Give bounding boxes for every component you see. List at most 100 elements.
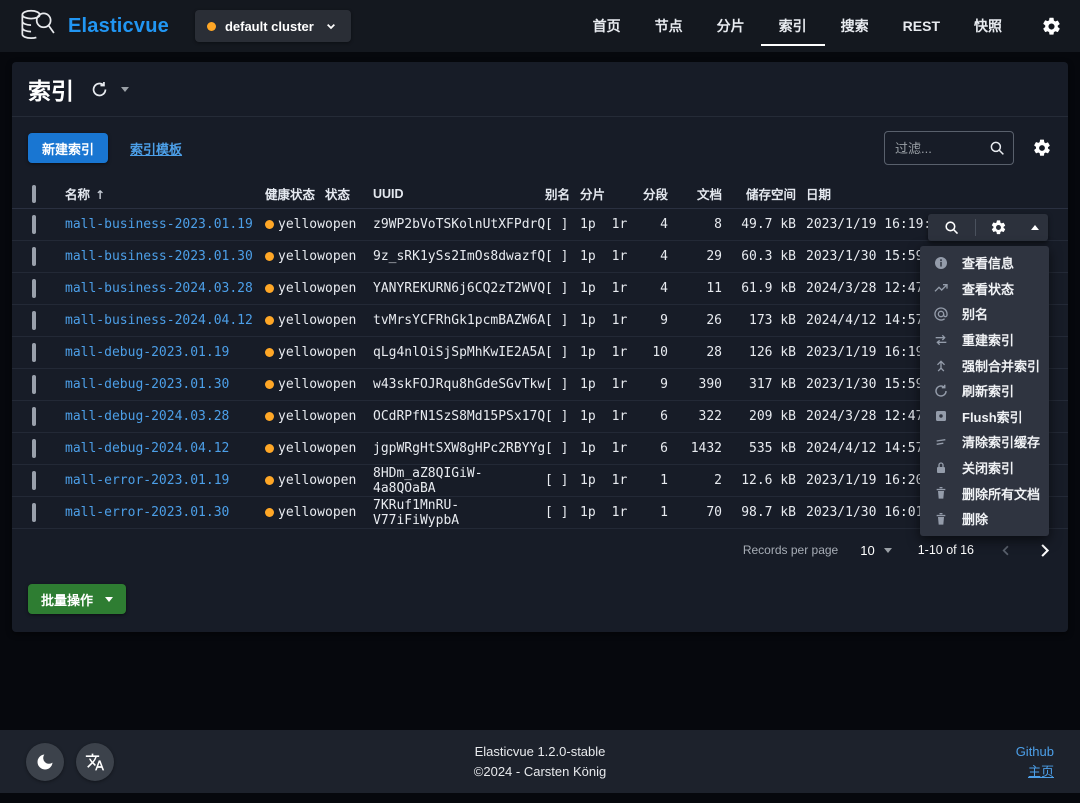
column-header[interactable]: 文档 <box>668 184 722 203</box>
health-cell: yellow <box>265 473 325 488</box>
status-cell: open <box>325 345 373 360</box>
menu-item-删除[interactable]: 删除 <box>920 506 1049 532</box>
row-checkbox-cell <box>32 281 65 296</box>
index-name-link[interactable]: mall-business-2023.01.30 <box>65 249 253 264</box>
column-header[interactable]: 别名 <box>545 184 580 203</box>
row-checkbox[interactable] <box>32 343 36 362</box>
menu-item-查看状态[interactable]: 查看状态 <box>920 276 1049 302</box>
health-label: yellow <box>278 409 325 424</box>
index-name-link[interactable]: mall-debug-2023.01.30 <box>65 377 229 392</box>
primary-shards: 1p <box>580 217 596 232</box>
index-name-link[interactable]: mall-business-2024.03.28 <box>65 281 253 296</box>
settings-gear-icon[interactable] <box>1041 16 1062 37</box>
reload-options-caret-icon[interactable] <box>121 87 129 92</box>
tab-search[interactable]: 搜索 <box>841 0 869 52</box>
menu-item-别名[interactable]: 别名 <box>920 301 1049 327</box>
tab-rest[interactable]: REST <box>903 0 940 52</box>
cluster-selector-button[interactable]: default cluster <box>195 10 351 42</box>
replica-shards: 1r <box>612 345 628 360</box>
index-name-link[interactable]: mall-debug-2024.03.28 <box>65 409 229 424</box>
index-name-link[interactable]: mall-debug-2024.04.12 <box>65 441 229 456</box>
menu-item-删除所有文档[interactable]: 删除所有文档 <box>920 480 1049 506</box>
row-checkbox[interactable] <box>32 247 36 266</box>
home-link[interactable]: 主页 <box>1016 762 1054 782</box>
column-header[interactable]: 健康状态 <box>265 184 325 203</box>
menu-item-关闭索引[interactable]: 关闭索引 <box>920 455 1049 481</box>
column-header[interactable]: 日期 <box>806 184 1068 203</box>
tab-indices[interactable]: 索引 <box>779 0 807 52</box>
menu-item-重建索引[interactable]: 重建索引 <box>920 327 1049 353</box>
column-header[interactable]: UUID <box>373 187 545 201</box>
row-checkbox[interactable] <box>32 503 36 522</box>
row-checkbox[interactable] <box>32 375 36 394</box>
health-cell: yellow <box>265 441 325 456</box>
row-checkbox[interactable] <box>32 311 36 330</box>
column-header[interactable]: 状态 <box>325 184 373 203</box>
row-checkbox[interactable] <box>32 471 36 490</box>
tab-snapshots[interactable]: 快照 <box>974 0 1002 52</box>
table-row[interactable]: mall-error-2023.01.19yellowopen8HDm_aZ8Q… <box>12 465 1068 497</box>
show-documents-search-icon[interactable] <box>928 214 975 241</box>
menu-item-查看信息[interactable]: 查看信息 <box>920 250 1049 276</box>
table-row[interactable]: mall-business-2023.01.30yellowopen9z_sRK… <box>12 241 1068 273</box>
table-row[interactable]: mall-debug-2024.04.12yellowopenjgpWRgHtS… <box>12 433 1068 465</box>
column-header[interactable]: 名称↑ <box>65 184 265 203</box>
docs-cell: 29 <box>668 249 722 264</box>
footer-copyright: ©2024 - Carsten König <box>0 762 1080 782</box>
column-header[interactable]: 储存空间 <box>722 184 796 203</box>
table-row[interactable]: mall-error-2023.01.30yellowopen7KRuf1MnR… <box>12 497 1068 529</box>
per-page-select[interactable]: 10 <box>860 543 891 558</box>
brand-title[interactable]: Elasticvue <box>68 15 169 38</box>
index-name-link[interactable]: mall-business-2024.04.12 <box>65 313 253 328</box>
aliases-cell: [ ] <box>545 281 580 296</box>
health-label: yellow <box>278 217 325 232</box>
index-templates-link[interactable]: 索引模板 <box>130 139 182 158</box>
tab-shards[interactable]: 分片 <box>717 0 745 52</box>
table-row[interactable]: mall-debug-2023.01.19yellowopenqLg4nlOiS… <box>12 337 1068 369</box>
shards-cell: 1p1r <box>580 409 640 424</box>
table-row[interactable]: mall-debug-2023.01.30yellowopenw43skFOJR… <box>12 369 1068 401</box>
index-name-link[interactable]: mall-business-2023.01.19 <box>65 217 253 232</box>
row-checkbox[interactable] <box>32 215 36 234</box>
tab-home[interactable]: 首页 <box>593 0 621 52</box>
menu-item-label: 重建索引 <box>962 330 1014 349</box>
menu-item-label: 关闭索引 <box>962 458 1014 477</box>
column-header[interactable]: 分片 <box>580 184 640 203</box>
reload-indices-button[interactable] <box>90 80 109 99</box>
row-options-collapse-caret-icon[interactable] <box>1022 225 1048 230</box>
menu-item-Flush索引[interactable]: Flush索引 <box>920 404 1049 430</box>
table-row[interactable]: mall-debug-2024.03.28yellowopenOCdRPfN1S… <box>12 401 1068 433</box>
table-settings-gear-icon[interactable] <box>1032 138 1052 158</box>
storage-cell: 173 kB <box>722 313 796 328</box>
row-checkbox[interactable] <box>32 407 36 426</box>
tab-nodes[interactable]: 节点 <box>655 0 683 52</box>
row-options-gear-icon[interactable] <box>976 214 1023 241</box>
column-header[interactable]: 分段 <box>640 184 668 203</box>
menu-item-label: 删除所有文档 <box>962 484 1040 503</box>
storage-cell: 49.7 kB <box>722 217 796 232</box>
uuid-cell: tvMrsYCFRhGk1pcmBAZW6A <box>373 313 545 328</box>
menu-item-强制合并索引[interactable]: 强制合并索引 <box>920 352 1049 378</box>
table-row[interactable]: mall-business-2024.04.12yellowopentvMrsY… <box>12 305 1068 337</box>
health-label: yellow <box>278 249 325 264</box>
menu-item-刷新索引[interactable]: 刷新索引 <box>920 378 1049 404</box>
table-row[interactable]: mall-business-2023.01.19yellowopenz9WP2b… <box>12 209 1068 241</box>
table-row[interactable]: mall-business-2024.03.28yellowopenYANYRE… <box>12 273 1068 305</box>
aliases-cell: [ ] <box>545 409 580 424</box>
github-link[interactable]: Github <box>1016 742 1054 762</box>
bulk-actions-button[interactable]: 批量操作 <box>28 584 126 614</box>
docs-cell: 8 <box>668 217 722 232</box>
index-name-link[interactable]: mall-error-2023.01.19 <box>65 473 229 488</box>
docs-cell: 11 <box>668 281 722 296</box>
previous-page-icon[interactable] <box>998 542 1015 559</box>
row-checkbox[interactable] <box>32 439 36 458</box>
segments-cell: 6 <box>640 409 668 424</box>
nav-tabs: 首页节点分片索引搜索 REST 快照 <box>576 0 1019 52</box>
index-name-link[interactable]: mall-error-2023.01.30 <box>65 505 229 520</box>
index-name-link[interactable]: mall-debug-2023.01.19 <box>65 345 229 360</box>
row-checkbox[interactable] <box>32 279 36 298</box>
next-page-icon[interactable] <box>1035 541 1054 560</box>
menu-item-清除索引缓存[interactable]: 清除索引缓存 <box>920 429 1049 455</box>
select-all-checkbox[interactable] <box>32 185 36 203</box>
new-index-button[interactable]: 新建索引 <box>28 133 108 163</box>
